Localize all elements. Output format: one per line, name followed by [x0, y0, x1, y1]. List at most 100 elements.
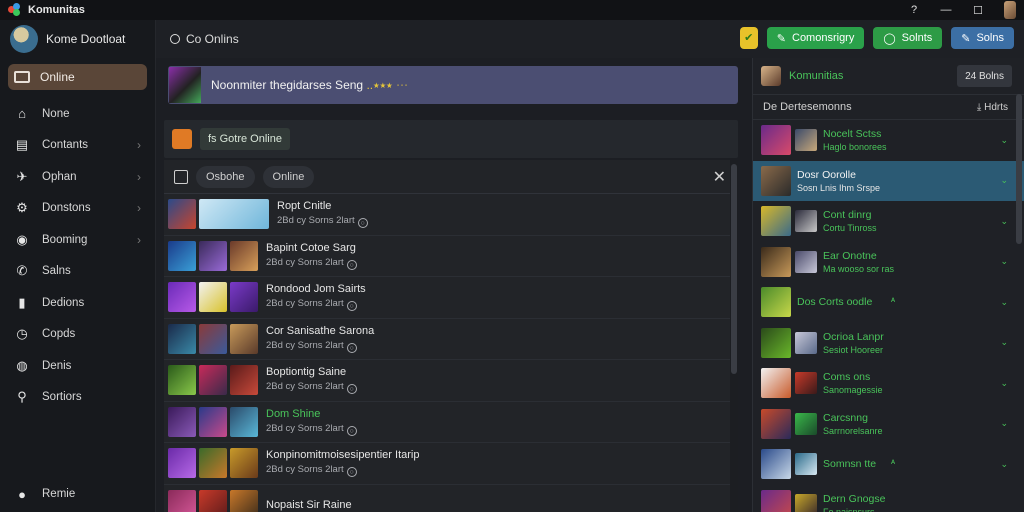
friend-item[interactable]: Ear Onotne Ma wooso sor ras ⌄	[753, 242, 1024, 283]
sidebar-item-8[interactable]: ◍ Denis	[0, 350, 155, 382]
chevron-down-icon[interactable]: ⌄	[1000, 135, 1008, 146]
user-avatar[interactable]	[1004, 1, 1016, 19]
friend-status: Sosn Lnis Ihm Srspe	[797, 182, 881, 193]
friends-count-button[interactable]: 24 Bolns	[957, 65, 1012, 87]
friend-mark: ᴬ	[891, 296, 896, 306]
chevron-down-icon[interactable]: ⌄	[1000, 256, 1008, 267]
friend-name: Nocelt Sctss	[823, 128, 882, 141]
list-item[interactable]: Bapint Cotoe Sarg 2Bd cy Sorns 2lart ○	[164, 236, 738, 277]
list-item[interactable]: Nopaist Sir Raine	[164, 485, 738, 512]
friend-item[interactable]: Dosr Oorolle Sosn Lnis Ihm Srspe ⌄	[753, 160, 1024, 201]
banner-image	[169, 67, 201, 103]
button-icon: ✎	[776, 32, 786, 45]
sidebar-item-label: Ophan	[42, 170, 77, 183]
checkbox-icon[interactable]	[174, 169, 188, 184]
header-button-2[interactable]: ✎ Solns	[951, 27, 1014, 49]
friend-item[interactable]: Dern Gnogse Fo naisnsurs	[753, 485, 1024, 512]
sidebar-item-7[interactable]: ◷ Copds	[0, 319, 155, 351]
sidebar-item-9[interactable]: ⚲ Sortiors	[0, 382, 155, 414]
friend-item[interactable]: Cont dinrg Cortu Tinross ⌄	[753, 201, 1024, 242]
row-subtitle: 2Bd cy Sorns 2lart ○	[266, 464, 419, 478]
sidebar-item-label: Sortiors	[42, 391, 82, 404]
friend-item[interactable]: Somnsn tte ᴬ ⌄	[753, 444, 1024, 485]
tab-online[interactable]: Online	[262, 165, 315, 188]
clock-icon: ○	[357, 218, 368, 229]
button-icon: ◯	[883, 32, 896, 45]
sidebar-item-label: Salns	[42, 265, 71, 278]
sidebar-item-label: Donstons	[42, 202, 91, 215]
sidebar-item-2[interactable]: ✈ Ophan ›	[0, 161, 155, 193]
close-icon[interactable]: ✕	[713, 167, 726, 187]
maximize-icon[interactable]: ☐	[972, 4, 984, 17]
list-item[interactable]: Konpinomitmoisesipentier Itarip 2Bd cy So…	[164, 443, 738, 485]
subheader-action[interactable]: ⤓ Hdrts	[977, 102, 1008, 113]
row-title: Boptiontig Saine	[266, 366, 347, 379]
game-thumbnail	[230, 282, 258, 313]
info-icon: ●	[18, 486, 26, 502]
profile-header[interactable]: Kome Dootloat	[0, 20, 155, 58]
game-thumbnail	[168, 240, 196, 271]
friend-item[interactable]: Dos Corts oodle ᴬ ⌄	[753, 282, 1024, 323]
friend-game-icon	[795, 331, 817, 354]
sidebar-item-bottom[interactable]: ● Remie	[0, 479, 156, 511]
tab-osbohe[interactable]: Osbohe	[196, 165, 255, 188]
list-item[interactable]: Cor Sanisathe Sarona 2Bd cy Sorns 2lart ○	[164, 319, 738, 360]
friend-name: Dosr Oorolle	[797, 168, 856, 181]
badge-button[interactable]: ✔	[739, 27, 758, 49]
list-item[interactable]: Dom Shine 2Bd cy Sorns 2lart ○	[164, 402, 738, 443]
clock-icon: ○	[346, 425, 357, 436]
friend-avatar	[761, 165, 791, 196]
game-thumbnail	[230, 365, 258, 396]
online-chip[interactable]: fs Gotre Online	[200, 128, 290, 150]
chevron-down-icon[interactable]: ⌄	[1000, 337, 1008, 348]
sidebar-item-5[interactable]: ✆ Salns	[0, 256, 155, 288]
chevron-down-icon[interactable]: ⌄	[1000, 378, 1008, 389]
banner[interactable]: Noonmiter thegidarses Seng ..⭑⭑⭑ ⋯	[168, 66, 738, 104]
friends-list: Nocelt Sctss Haglo bonorees ⌄ Dosr Oorolle S…	[753, 120, 1024, 512]
sidebar-item-label: Online	[40, 70, 75, 84]
search-field[interactable]: Co Onlins	[170, 32, 239, 46]
button-label: Solns	[976, 32, 1004, 44]
list-item[interactable]: Boptiontig Saine 2Bd cy Sorns 2lart ○	[164, 360, 738, 402]
sidebar-item-label: Contants	[42, 139, 89, 152]
friend-item[interactable]: Carcsnng Sarrnorelsanre ⌄	[753, 404, 1024, 445]
list-item[interactable]: Ropt Cnitle 2Bd cy Sorns 2lart ○	[164, 194, 738, 236]
sidebar-item-4[interactable]: ◉ Booming ›	[0, 224, 155, 256]
friend-avatar	[761, 287, 791, 318]
game-thumbnail	[199, 489, 227, 512]
game-thumbnails	[168, 489, 258, 512]
scrollbar[interactable]	[730, 160, 738, 512]
row-subtitle: 2Bd cy Sorns 2lart ○	[266, 423, 357, 436]
chevron-down-icon[interactable]: ⌄	[1000, 459, 1008, 470]
chevron-down-icon[interactable]: ⌄	[1000, 175, 1008, 186]
friend-item[interactable]: Nocelt Sctss Haglo bonorees ⌄	[753, 120, 1024, 161]
friend-item[interactable]: Ocrioa Lanpr Sesiot Hooreer ⌄	[753, 323, 1024, 364]
sidebar-item-1[interactable]: ▤ Contants ›	[0, 130, 155, 162]
friend-status: Ma wooso sor ras	[823, 263, 895, 274]
friend-avatar	[761, 408, 791, 439]
game-thumbnail	[168, 282, 196, 313]
chevron-down-icon[interactable]: ⌄	[1000, 297, 1008, 308]
header-button-0[interactable]: ✎ Comonsrigry	[766, 27, 865, 49]
list-header: Osbohe Online ✕	[164, 160, 738, 194]
friend-name: Coms ons	[823, 371, 871, 384]
friend-item[interactable]: Coms ons Sanomagessie ⌄	[753, 363, 1024, 404]
game-thumbnail	[199, 448, 227, 479]
chevron-down-icon[interactable]: ⌄	[1000, 418, 1008, 429]
list-item[interactable]: Rondood Jom Sairts 2Bd cy Sorns 2lart ○	[164, 277, 738, 319]
disc-icon: ◍	[16, 357, 28, 373]
sidebar-item-0[interactable]: ⌂ None	[0, 98, 155, 130]
friend-avatar	[761, 125, 791, 156]
friend-game-icon	[795, 493, 817, 512]
book-icon: ▤	[15, 137, 29, 153]
friends-scrollbar[interactable]	[1016, 94, 1022, 506]
minimize-icon[interactable]: —	[940, 4, 952, 16]
chevron-down-icon[interactable]: ⌄	[1000, 216, 1008, 227]
button-label: Comonsrigry	[792, 32, 855, 44]
header-button-1[interactable]: ◯ Solnts	[873, 27, 943, 49]
sidebar-item-3[interactable]: ⚙ Donstons ›	[0, 193, 155, 225]
sidebar-item-6[interactable]: ▮ Dedions	[0, 287, 155, 319]
row-subtitle: 2Bd cy Sorns 2lart ○	[266, 340, 374, 353]
sidebar-item-online[interactable]: Online	[8, 64, 147, 90]
help-icon[interactable]: ?	[908, 4, 920, 16]
